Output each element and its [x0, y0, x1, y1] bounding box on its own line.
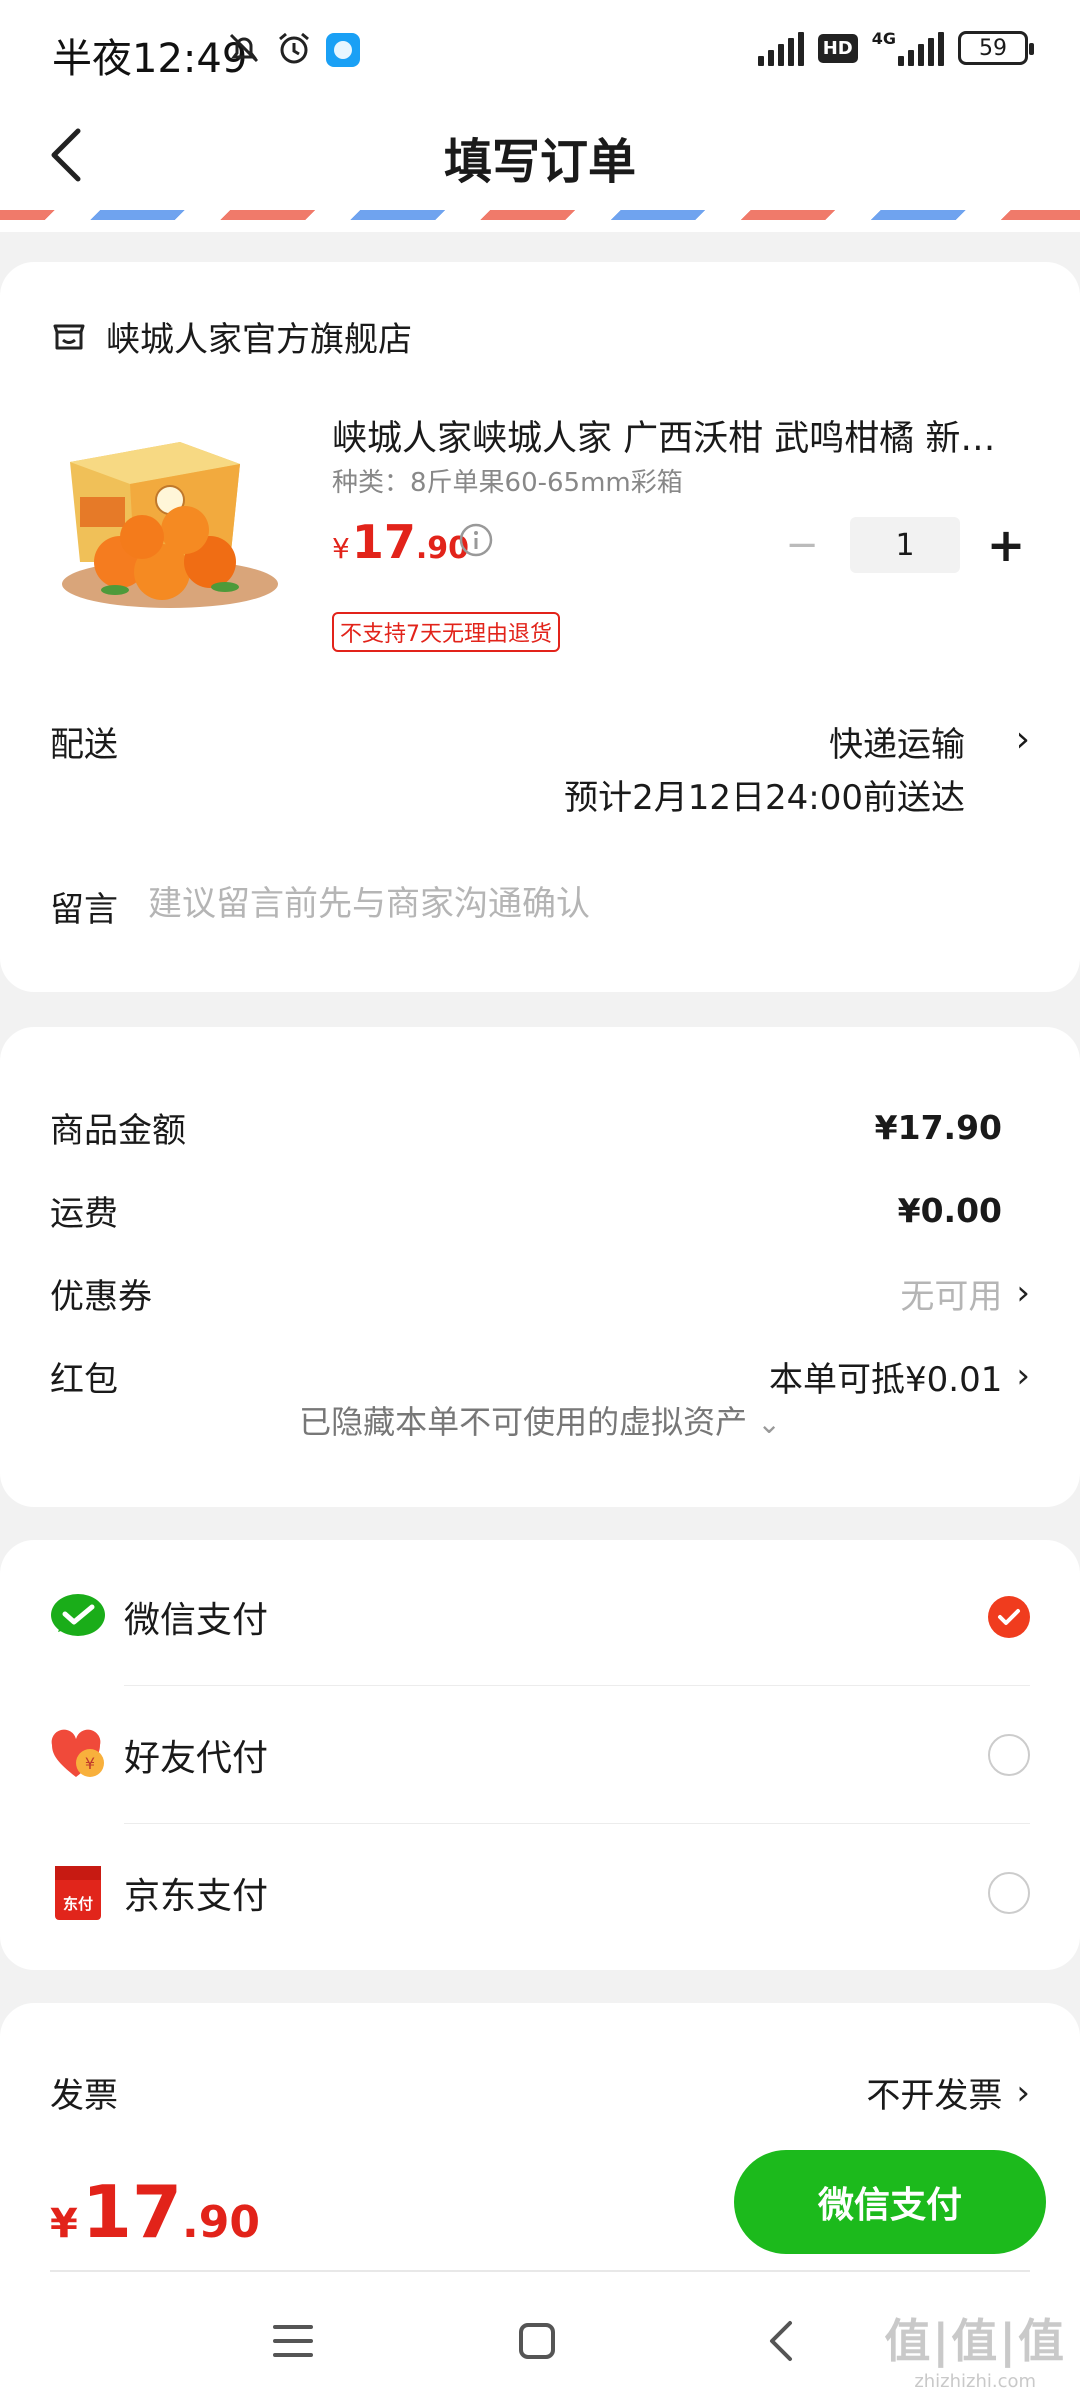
chevron-right-icon: ›	[1016, 2072, 1030, 2113]
product-price: ¥ 17 .90	[332, 515, 469, 569]
chevron-right-icon: ›	[1016, 1273, 1030, 1313]
friend-pay-icon: ¥	[50, 1727, 106, 1783]
jd-pay-icon-text: 东付	[62, 1895, 93, 1913]
battery-level: 59	[979, 35, 1007, 61]
quantity-value[interactable]: 1	[850, 517, 960, 573]
jd-pay-icon: 东付	[50, 1865, 106, 1921]
delivery-eta: 预计2月12日24:00前送达	[564, 778, 965, 818]
total-integer: 17	[81, 2170, 183, 2254]
message-label: 留言	[50, 890, 118, 930]
delivery-label: 配送	[50, 725, 118, 765]
signal-4g-icon: 4G	[871, 29, 944, 66]
store-name: 峡城人家官方旗舰店	[106, 320, 412, 360]
product-title[interactable]: 峡城人家峡城人家 广西沃柑 武鸣柑橘 新鲜水果	[332, 410, 1022, 461]
divider	[124, 1823, 1030, 1824]
delivery-method[interactable]: 快递运输	[829, 717, 965, 766]
store-icon	[50, 316, 88, 358]
divider	[124, 1685, 1030, 1686]
total-currency: ¥	[50, 2201, 78, 2247]
address-envelope-stripe	[0, 210, 1080, 232]
quantity-decrease-button[interactable]: −	[772, 517, 832, 573]
coupon-label: 优惠券	[50, 1276, 152, 1317]
shipping-row: 运费 ¥0.00	[50, 1180, 1030, 1240]
chevron-right-icon: ›	[1016, 1356, 1030, 1396]
price-currency: ¥	[332, 532, 350, 565]
title-bar: 填写订单	[0, 100, 1080, 210]
system-back-button[interactable]	[746, 2306, 816, 2376]
message-input[interactable]	[148, 874, 1008, 934]
invoice-value: 不开发票	[866, 2076, 1003, 2116]
watermark-url: zhizhizhi.com	[914, 2371, 1037, 2392]
shipping-label: 运费	[50, 1193, 118, 1234]
price-integer: 17	[351, 515, 416, 569]
payment-label: 好友代付	[124, 1738, 269, 1779]
price-info-icon[interactable]	[458, 522, 494, 562]
hidden-assets-toggle[interactable]: 已隐藏本单不可使用的虚拟资产 ⌄	[0, 1397, 1080, 1443]
product-spec[interactable]: 种类：8斤单果60-65mm彩箱	[332, 462, 683, 499]
quantity-increase-button[interactable]: +	[978, 517, 1034, 573]
status-bar: 半夜12:49 HD 4G 59	[0, 0, 1080, 100]
coupon-row[interactable]: 优惠券 无可用 ›	[50, 1263, 1030, 1323]
coupon-value: 无可用	[900, 1276, 1003, 1317]
total-decimal: .90	[182, 2197, 260, 2248]
quantity-stepper: − 1 +	[772, 517, 1034, 573]
shipping-value: ¥0.00	[897, 1190, 1002, 1230]
payment-option-wechat[interactable]: 微信支付	[50, 1572, 1030, 1662]
pay-button[interactable]: 微信支付	[734, 2150, 1046, 2254]
hidden-assets-text: 已隐藏本单不可使用的虚拟资产	[299, 1403, 748, 1441]
payment-label: 微信支付	[124, 1600, 269, 1641]
alarm-icon	[276, 30, 312, 70]
radio-selected[interactable]	[988, 1596, 1030, 1638]
back-icon	[770, 2321, 792, 2361]
battery-icon: 59	[958, 31, 1034, 65]
app-notification-icon	[326, 33, 360, 67]
network-label: 4G	[871, 29, 896, 48]
payment-label: 京东支付	[124, 1876, 269, 1917]
svg-text:¥: ¥	[85, 1754, 95, 1773]
status-icons-left	[226, 30, 360, 70]
radio-unselected[interactable]	[988, 1734, 1030, 1776]
watermark: 值|值|值 zhizhizhi.com	[884, 2305, 1066, 2392]
chevron-right-icon[interactable]: ›	[1016, 719, 1030, 760]
store-row[interactable]: 峡城人家官方旗舰店	[50, 312, 412, 361]
divider	[50, 2270, 1030, 2272]
watermark-logo: 值|值|值	[884, 2314, 1066, 2368]
invoice-label: 发票	[50, 2076, 118, 2116]
payment-methods-card: 微信支付 ¥ 好友代付 东付 京东支付	[0, 1540, 1080, 1970]
payment-option-jd[interactable]: 东付 京东支付	[50, 1848, 1030, 1938]
menu-icon	[273, 2325, 313, 2357]
goods-amount-value: ¥17.90	[874, 1107, 1002, 1147]
home-button[interactable]	[502, 2306, 572, 2376]
status-icons-right: HD 4G 59	[757, 29, 1034, 66]
payment-option-friend[interactable]: ¥ 好友代付	[50, 1710, 1030, 1800]
goods-amount-row: 商品金额 ¥17.90	[50, 1097, 1030, 1157]
system-navigation-bar: 值|值|值 zhizhizhi.com	[0, 2280, 1080, 2400]
redpacket-label: 红包	[50, 1359, 118, 1400]
total-price: ¥ 17 .90	[50, 2170, 260, 2254]
bell-muted-icon	[226, 30, 262, 70]
menu-button[interactable]	[258, 2306, 328, 2376]
return-policy-tag: 不支持7天无理由退货	[332, 612, 560, 652]
radio-unselected[interactable]	[988, 1872, 1030, 1914]
hd-badge: HD	[817, 33, 858, 63]
order-item-card: 峡城人家官方旗舰店 峡城人家峡城人家 广西沃柑 武鸣柑橘 新鲜水果 种类：8斤单…	[0, 262, 1080, 992]
chevron-down-icon: ⌄	[757, 1407, 781, 1440]
checkout-bar: ¥ 17 .90 微信支付	[0, 2130, 1080, 2280]
home-icon	[519, 2323, 555, 2359]
amounts-card: 商品金额 ¥17.90 运费 ¥0.00 优惠券 无可用 › 红包 本单可抵¥0…	[0, 1027, 1080, 1507]
redpacket-value: 本单可抵¥0.01	[769, 1359, 1003, 1400]
page-title: 填写订单	[443, 134, 636, 190]
signal-icon	[757, 30, 804, 66]
product-image[interactable]	[50, 412, 290, 612]
goods-amount-label: 商品金额	[50, 1110, 186, 1151]
status-time: 半夜12:49	[52, 36, 248, 82]
wechat-pay-icon	[50, 1589, 106, 1645]
